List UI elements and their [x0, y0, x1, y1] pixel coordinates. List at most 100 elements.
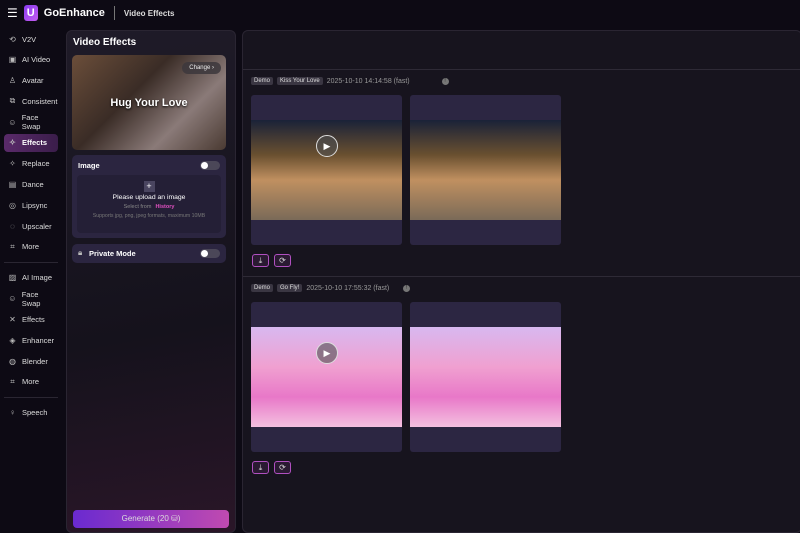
face-swap-icon: ☺: [8, 294, 17, 304]
divider: [4, 261, 58, 263]
more-icon: ⌗: [10, 241, 15, 251]
label: AI Image: [22, 273, 53, 283]
label: Speech: [22, 408, 48, 418]
consistent-icon: ⧉: [9, 96, 16, 106]
label: Replace: [22, 159, 50, 169]
generate-button[interactable]: Generate (20 ⛁): [73, 510, 229, 528]
select-from-label: Select from: [123, 204, 152, 210]
source-video[interactable]: ▶: [251, 302, 402, 452]
effect-preview[interactable]: Hug Your Love Change ›: [72, 55, 226, 150]
label: Avatar: [22, 76, 44, 86]
sidebar-item-replace[interactable]: ✧ Replace: [4, 155, 58, 173]
enhancer-icon: ◈: [9, 335, 16, 345]
sidebar-item-ai-image[interactable]: ▨ AI Image: [4, 269, 58, 287]
sidebar-item-enhancer[interactable]: ◈ Enhancer: [4, 331, 58, 349]
label: Consistent: [22, 96, 58, 106]
video-thumbnail: [410, 327, 561, 427]
sidebar-item-image-effects[interactable]: ✕ Effects: [4, 311, 58, 329]
video-thumbnail: [410, 120, 561, 220]
effects-panel: Video Effects Hug Your Love Change › Ima…: [66, 30, 236, 533]
ai-image-icon: ▨: [8, 273, 17, 283]
label: Lipsync: [22, 200, 48, 210]
result-video[interactable]: [410, 95, 561, 245]
label: Change: [189, 65, 211, 71]
regenerate-button[interactable]: ⟳: [274, 461, 291, 474]
top-bar: ☰ U GoEnhance Video Effects: [0, 0, 800, 26]
info-icon[interactable]: !: [403, 284, 411, 292]
private-mode-label: Private Mode: [89, 249, 136, 258]
sidebar-item-face-swap[interactable]: ☺ Face Swap: [4, 113, 58, 131]
upload-area[interactable]: + Please upload an image Select from Hist…: [77, 175, 221, 233]
effects-icon: ✕: [9, 315, 16, 325]
sidebar-item-upscaler[interactable]: ◌ Upscaler: [4, 217, 58, 235]
menu-icon[interactable]: ☰: [7, 6, 18, 20]
source-video[interactable]: ▶: [251, 95, 402, 245]
play-icon[interactable]: ▶: [316, 342, 338, 364]
image-card: Image + Please upload an image Select fr…: [72, 155, 226, 238]
sidebar-item-image-face-swap[interactable]: ☺ Face Swap: [4, 290, 58, 308]
play-icon[interactable]: ▶: [316, 135, 338, 157]
image-toggle[interactable]: [200, 161, 220, 170]
effect-tag: Kiss Your Love: [277, 77, 323, 85]
breadcrumb: Video Effects: [123, 8, 175, 18]
label: Face Swap: [21, 113, 41, 132]
sidebar-item-v2v[interactable]: ⟲ V2V: [4, 30, 58, 48]
sidebar-item-blender[interactable]: ◍ Blender: [4, 352, 58, 370]
label: Effects: [22, 315, 45, 325]
effect-name: Hug Your Love: [110, 97, 188, 109]
avatar-icon: ♙: [8, 76, 17, 86]
results-area: Demo Kiss Your Love 2025-10-10 14:14:58 …: [242, 30, 800, 533]
sidebar-item-speech[interactable]: ♀ Speech: [4, 404, 58, 422]
replace-icon: ✧: [9, 159, 16, 169]
download-button[interactable]: ⤓: [252, 461, 269, 474]
label: Upscaler: [22, 221, 52, 231]
timestamp: 2025-10-10 17:55:32 (fast): [306, 284, 390, 292]
info-icon[interactable]: !: [441, 77, 449, 85]
plus-icon: +: [143, 181, 155, 192]
label: AI Video: [22, 55, 51, 65]
result-meta: Demo Go Fly! 2025-10-10 17:55:32 (fast) …: [251, 284, 411, 292]
sidebar-item-effects[interactable]: ✧ Effects: [4, 133, 58, 152]
label: More: [22, 377, 40, 387]
effect-tag: Go Fly!: [277, 284, 303, 292]
ai-video-icon: ▣: [8, 55, 17, 65]
result-video[interactable]: [410, 302, 561, 452]
sidebar-item-dance[interactable]: ▤ Dance: [4, 176, 58, 194]
sidebar-item-avatar[interactable]: ♙ Avatar: [4, 72, 58, 90]
change-effect-button[interactable]: Change ›: [182, 62, 221, 74]
download-button[interactable]: ⤓: [252, 254, 269, 267]
private-mode-card: 🔒︎ Private Mode: [72, 244, 226, 263]
image-label: Image: [78, 161, 100, 170]
upload-title: Please upload an image: [112, 194, 186, 201]
sidebar-item-lipsync[interactable]: ◎ Lipsync: [4, 196, 58, 214]
demo-tag: Demo: [251, 77, 274, 85]
sidebar-item-consistent[interactable]: ⧉ Consistent: [4, 92, 58, 110]
panel-title: Video Effects: [73, 37, 137, 48]
more-icon: ⌗: [10, 376, 15, 386]
blender-icon: ◍: [9, 356, 16, 366]
brand-name: GoEnhance: [43, 7, 105, 19]
sidebar-item-ai-video[interactable]: ▣ AI Video: [4, 51, 58, 69]
divider: [243, 69, 800, 70]
result-meta: Demo Kiss Your Love 2025-10-10 14:14:58 …: [251, 77, 449, 85]
label: Effects: [22, 138, 48, 148]
speech-icon: ♀: [9, 408, 16, 418]
label: V2V: [22, 34, 37, 44]
regenerate-button[interactable]: ⟳: [274, 254, 291, 267]
logo-icon[interactable]: U: [23, 5, 38, 21]
sidebar-item-more-image[interactable]: ⌗ More: [4, 373, 58, 391]
demo-tag: Demo: [251, 284, 274, 292]
timestamp: 2025-10-10 14:14:58 (fast): [326, 77, 410, 85]
v2v-icon: ⟲: [9, 34, 16, 44]
effects-icon: ✧: [9, 138, 16, 148]
upscaler-icon: ◌: [10, 221, 15, 231]
sidebar-item-more-video[interactable]: ⌗ More: [4, 238, 58, 256]
divider: [243, 276, 800, 277]
private-mode-toggle[interactable]: [200, 249, 220, 258]
history-link[interactable]: History: [155, 204, 174, 210]
divider: [4, 396, 58, 398]
divider: [113, 6, 115, 20]
label: Face Swap: [21, 289, 41, 308]
lock-icon: 🔒︎: [78, 248, 83, 257]
label: Enhancer: [22, 335, 55, 345]
